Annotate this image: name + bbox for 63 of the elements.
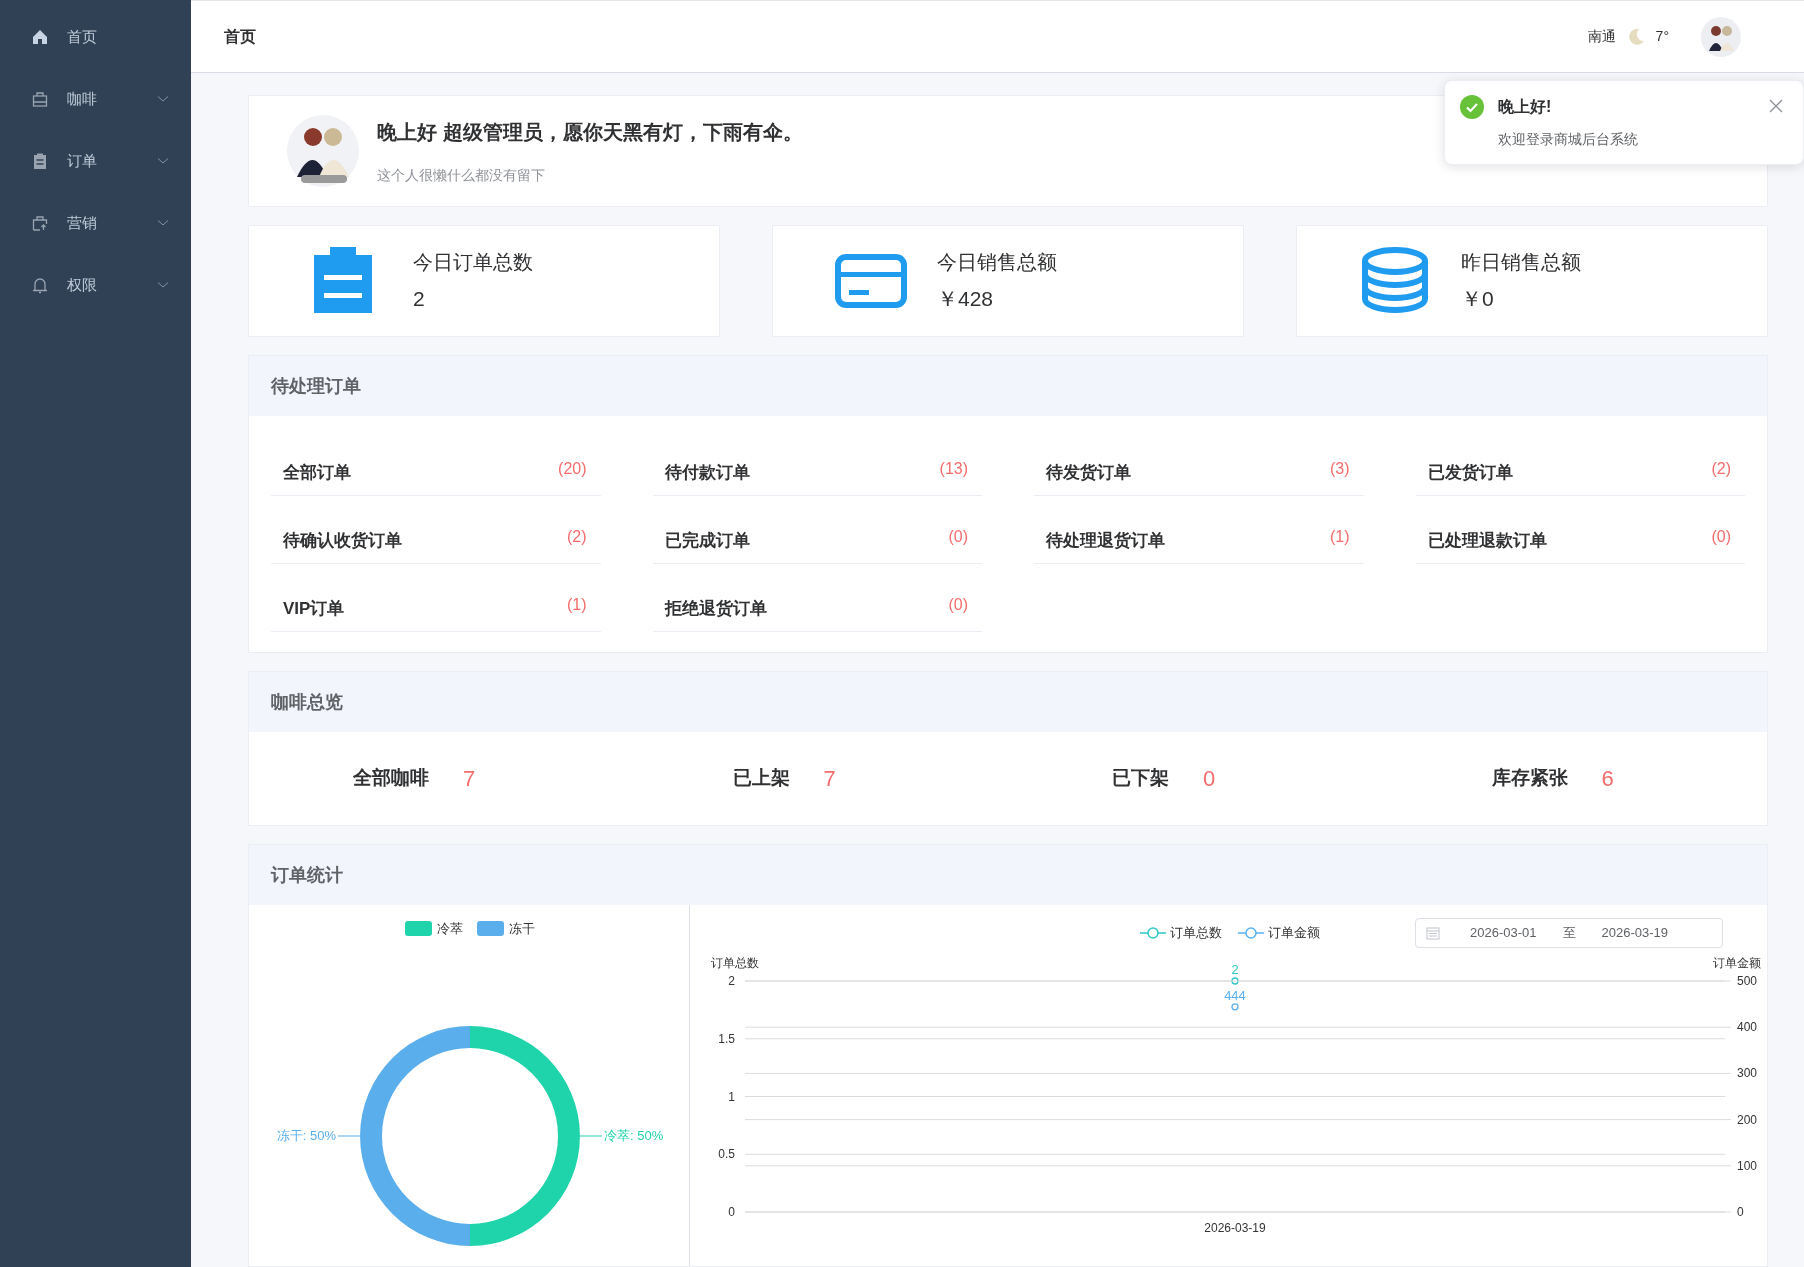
order-status-label: 待发货订单 (1046, 461, 1131, 484)
order-status-label: 待付款订单 (664, 461, 750, 484)
order-status-label: 已完成订单 (664, 529, 750, 552)
panel-title: 咖啡总览 (271, 690, 343, 714)
data-label: 2 (1231, 962, 1239, 977)
order-status-label: 已处理退款订单 (1427, 529, 1547, 552)
order-count: (3) (1329, 459, 1350, 479)
axis-title: 订单总数 (711, 956, 759, 970)
tick-label: 1.5 (718, 1031, 735, 1046)
tick-label: 300 (1737, 1066, 1758, 1081)
overview-label: 库存紧张 (1491, 766, 1568, 791)
overview-label: 全部咖啡 (353, 766, 429, 791)
overview-count: 7 (463, 765, 476, 793)
order-status-label: 待处理退货订单 (1046, 529, 1165, 552)
legend-label: 冷萃 (437, 921, 463, 936)
tick-label: 1 (728, 1089, 735, 1104)
tick-label: 0.5 (718, 1147, 735, 1162)
order-status-label: 已发货订单 (1427, 461, 1513, 484)
order-status-label: 全部订单 (283, 461, 351, 484)
stat-label: 今日销售总额 (937, 250, 1057, 276)
slice-label: 冷萃: 50% (604, 1128, 664, 1143)
stat-label: 昨日销售总额 (1461, 250, 1581, 276)
stat-value: ￥0 (1461, 286, 1495, 313)
notification-title: 晚上好! (1498, 97, 1553, 117)
overview-label: 已上架 (732, 766, 790, 791)
order-count: (1) (566, 595, 587, 615)
order-count: (0) (948, 595, 968, 615)
panel-title: 订单统计 (271, 863, 343, 887)
overview-count: 0 (1203, 765, 1216, 793)
legend-label: 冻干 (509, 921, 535, 936)
overview-count: 7 (823, 765, 836, 793)
order-count: (20) (558, 459, 587, 479)
tick-label: 0 (1737, 1205, 1744, 1219)
stat-value: 2 (413, 286, 426, 313)
signature-text: 这个人很懒什么都没有留下 (377, 165, 546, 185)
stat-label: 今日订单总数 (413, 250, 533, 276)
order-count: (2) (1711, 459, 1731, 479)
order-status-label: VIP订单 (283, 597, 345, 620)
order-count: (1) (1329, 527, 1350, 547)
tick-label: 2 (728, 974, 735, 988)
notification-message: 欢迎登录商城后台系统 (1498, 130, 1639, 149)
temperature-label: 7° (1655, 27, 1669, 46)
tick-label: 200 (1737, 1112, 1758, 1127)
x-tick-label: 2026-03-19 (1204, 1221, 1266, 1235)
order-count: (13) (939, 459, 968, 479)
tick-label: 400 (1737, 1020, 1758, 1035)
tick-label: 500 (1737, 974, 1758, 988)
order-count: (0) (1711, 527, 1731, 547)
panel-title: 待处理订单 (271, 374, 361, 398)
city-label: 南通 (1587, 27, 1616, 46)
slice-label: 冻干: 50% (276, 1128, 336, 1143)
greeting-text: 晚上好 超级管理员，愿你天黑有灯，下雨有伞。 (377, 119, 803, 145)
overview-label: 已下架 (1112, 766, 1169, 791)
order-status-label: 拒绝退货订单 (664, 597, 767, 620)
order-count: (2) (566, 527, 587, 547)
order-count: (0) (948, 527, 968, 547)
stat-value: ￥428 (937, 286, 995, 313)
axis-title: 订单金额 (1713, 956, 1761, 970)
overview-count: 6 (1601, 765, 1614, 793)
tick-label: 0 (728, 1205, 735, 1219)
data-label: 444 (1224, 987, 1246, 1003)
tick-label: 100 (1737, 1158, 1758, 1173)
order-status-label: 待确认收货订单 (283, 529, 402, 552)
